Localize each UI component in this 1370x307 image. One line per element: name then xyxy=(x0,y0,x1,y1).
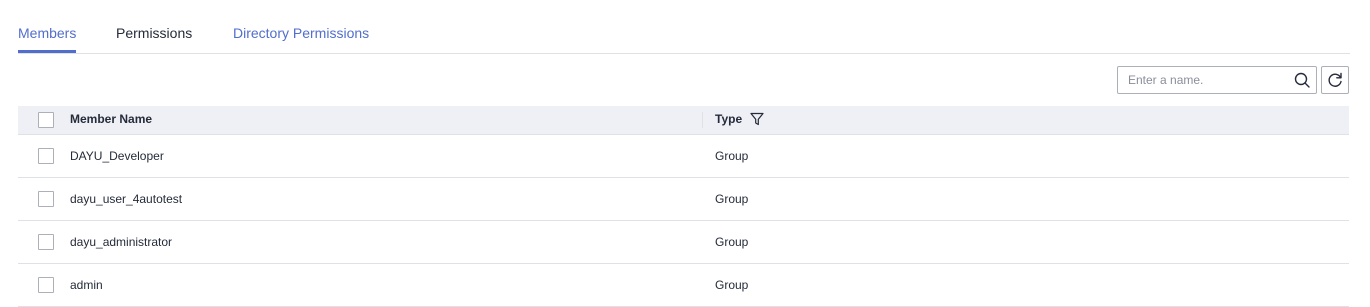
member-name-cell: admin xyxy=(70,278,103,292)
type-cell: Group xyxy=(715,278,749,292)
search-box xyxy=(1117,66,1317,94)
refresh-icon xyxy=(1328,72,1342,87)
column-divider xyxy=(702,112,703,128)
search-input[interactable] xyxy=(1118,67,1288,93)
row-checkbox[interactable] xyxy=(38,277,54,293)
type-cell: Group xyxy=(715,192,749,206)
search-icon[interactable] xyxy=(1293,71,1311,89)
row-checkbox[interactable] xyxy=(38,234,54,250)
members-table: Member Name Type DAYU_Developer Group da… xyxy=(18,106,1349,307)
table-row: DAYU_Developer Group xyxy=(18,135,1349,178)
table-header: Member Name Type xyxy=(18,106,1349,135)
member-name-cell: dayu_administrator xyxy=(70,235,173,249)
refresh-button[interactable] xyxy=(1321,66,1349,94)
active-tab-indicator xyxy=(18,50,76,53)
row-checkbox[interactable] xyxy=(38,148,54,164)
filter-icon[interactable] xyxy=(750,112,764,126)
member-name-cell: dayu_user_4autotest xyxy=(70,192,183,206)
table-row: admin Group xyxy=(18,264,1349,307)
row-checkbox[interactable] xyxy=(38,191,54,207)
tab-members[interactable]: Members xyxy=(18,25,76,41)
tab-bar: Members Permissions Directory Permission… xyxy=(18,0,1350,54)
tab-permissions[interactable]: Permissions xyxy=(116,25,192,41)
type-cell: Group xyxy=(715,149,749,163)
select-all-checkbox[interactable] xyxy=(38,112,54,128)
column-header-type: Type xyxy=(715,112,743,126)
type-cell: Group xyxy=(715,235,749,249)
table-row: dayu_administrator Group xyxy=(18,221,1349,264)
member-name-cell: DAYU_Developer xyxy=(70,149,164,163)
table-row: dayu_user_4autotest Group xyxy=(18,178,1349,221)
column-header-member-name: Member Name xyxy=(70,112,153,126)
tab-directory-permissions[interactable]: Directory Permissions xyxy=(233,25,369,41)
